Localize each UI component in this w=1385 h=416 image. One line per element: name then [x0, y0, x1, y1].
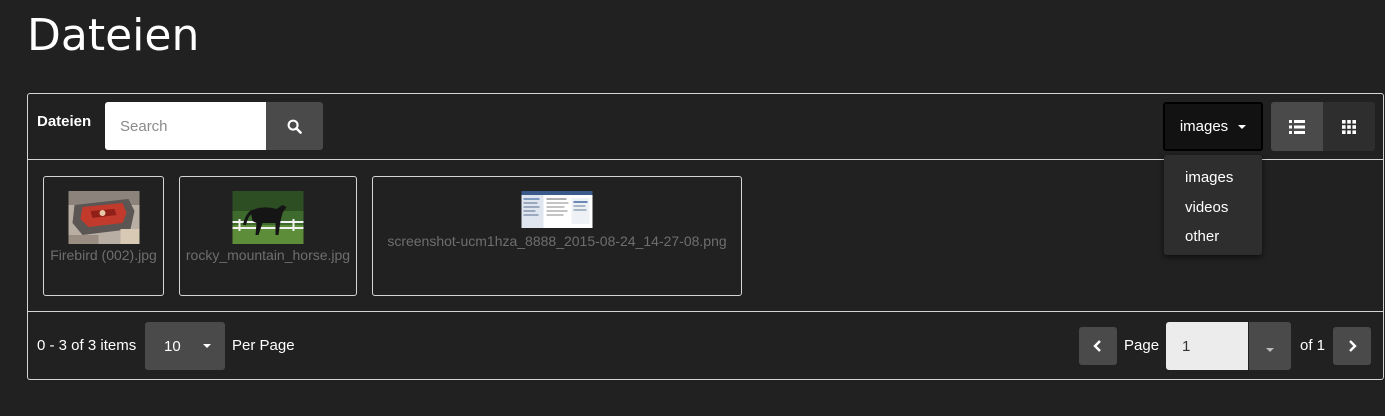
- per-page-value: 10: [164, 337, 181, 355]
- filter-option-images[interactable]: images: [1164, 163, 1262, 193]
- page-number-input[interactable]: [1166, 322, 1248, 370]
- filter-dropdown-menu: images videos other: [1164, 155, 1262, 255]
- grid-view-button[interactable]: [1323, 102, 1375, 151]
- per-page-select[interactable]: 10: [145, 322, 225, 370]
- next-page-button[interactable]: [1333, 327, 1371, 365]
- chevron-down-icon: [202, 344, 211, 348]
- file-thumbnail: [232, 191, 304, 244]
- search-button[interactable]: [266, 102, 323, 150]
- list-view-button[interactable]: [1271, 102, 1323, 151]
- filter-option-videos[interactable]: videos: [1164, 193, 1262, 223]
- file-name: Firebird (002).jpg: [50, 247, 157, 263]
- file-thumbnail: [68, 191, 139, 244]
- grid-view-icon: [1342, 119, 1356, 134]
- pagination-footer: 0 - 3 of 3 items 10 Per Page Page of 1: [28, 312, 1383, 381]
- file-thumbnail: [521, 191, 593, 228]
- list-view-icon: [1289, 119, 1305, 134]
- filter-selected-label: images: [1179, 118, 1229, 135]
- items-count: 0 - 3 of 3 items: [37, 337, 137, 354]
- toolbar: Dateien images: [28, 94, 1383, 255]
- chevron-down-icon: [1238, 124, 1247, 129]
- filter-option-other[interactable]: other: [1164, 222, 1262, 252]
- file-tile[interactable]: rocky_mountain_horse.jpg: [179, 176, 357, 296]
- search-icon: [287, 119, 302, 134]
- search-input[interactable]: [105, 102, 267, 150]
- previous-page-button[interactable]: [1079, 327, 1117, 365]
- file-tile[interactable]: screenshot-ucm1hza_8888_2015-08-24_14-27…: [372, 176, 742, 296]
- file-name: rocky_mountain_horse.jpg: [185, 247, 351, 263]
- total-pages-label: of 1: [1300, 337, 1326, 354]
- page-title: Dateien: [27, 10, 200, 61]
- page-select-button[interactable]: [1249, 322, 1291, 370]
- file-browser-panel: Dateien images: [27, 93, 1384, 380]
- chevron-down-icon: [1266, 348, 1274, 352]
- toolbar-label: Dateien: [37, 113, 92, 130]
- chevron-right-icon: [1349, 340, 1357, 352]
- chevron-left-icon: [1093, 340, 1101, 352]
- page-label: Page: [1124, 337, 1160, 354]
- filter-dropdown[interactable]: images: [1163, 102, 1263, 151]
- per-page-label: Per Page: [232, 337, 295, 354]
- file-name: screenshot-ucm1hza_8888_2015-08-24_14-27…: [387, 233, 727, 249]
- file-tile[interactable]: Firebird (002).jpg: [43, 176, 164, 296]
